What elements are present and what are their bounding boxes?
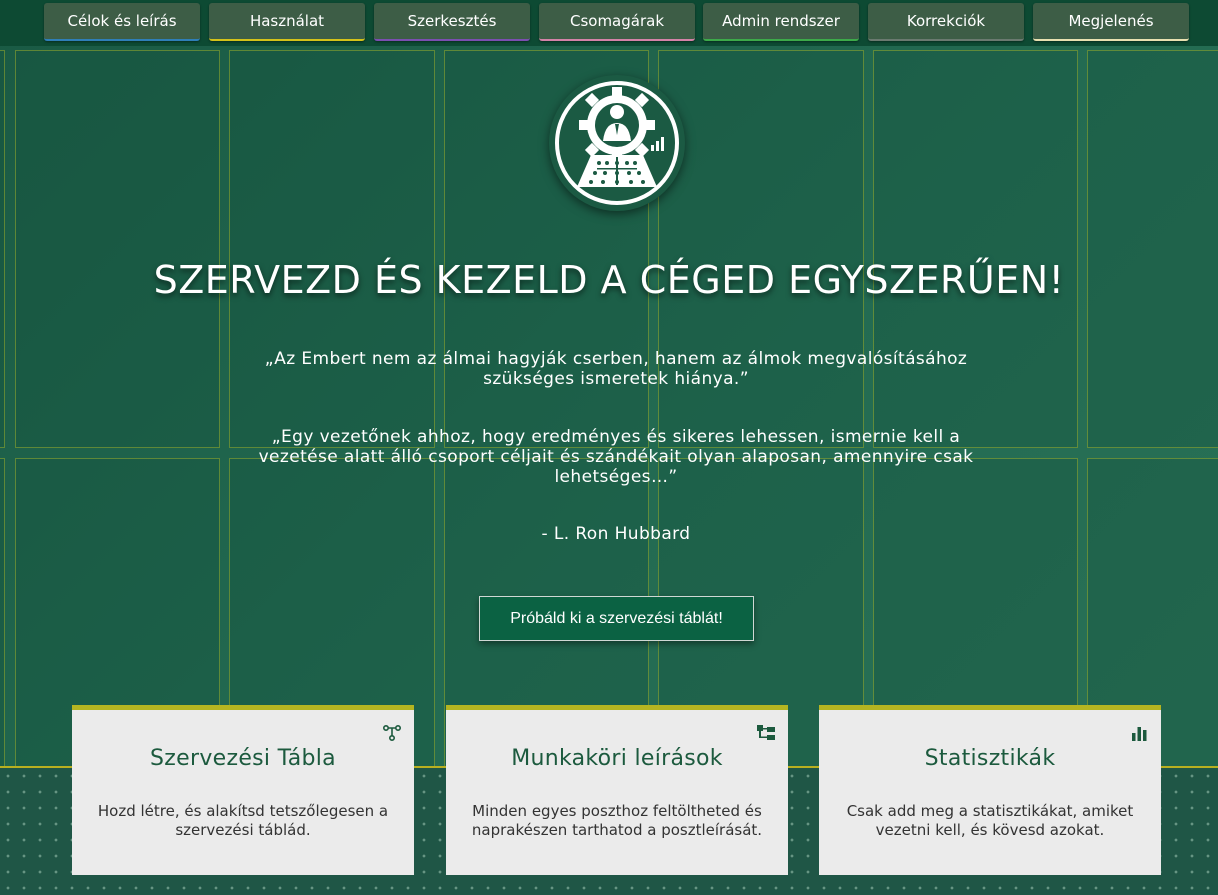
nav-item-csomagarak[interactable]: Csomagárak xyxy=(539,3,695,41)
nav-item-label: Használat xyxy=(249,12,325,30)
quote-author: - L. Ron Hubbard xyxy=(541,524,691,544)
org-chart-icon xyxy=(382,724,402,742)
nav-item-admin[interactable]: Admin rendszer xyxy=(703,3,859,41)
nav-item-label: Célok és leírás xyxy=(67,12,177,30)
nav-item-label: Megjelenés xyxy=(1068,12,1154,30)
nav-item-label: Korrekciók xyxy=(906,12,986,30)
bg-cell xyxy=(1087,50,1218,448)
bg-cell xyxy=(0,50,5,448)
card-title: Szervezési Tábla xyxy=(150,746,336,771)
nav-item-label: Szerkesztés xyxy=(407,12,497,30)
feature-card-job-descriptions[interactable]: Munkaköri leírások Minden egyes poszthoz… xyxy=(446,705,788,875)
nav-item-korrekciok[interactable]: Korrekciók xyxy=(868,3,1024,41)
bar-chart-icon xyxy=(1132,727,1147,741)
nav-item-hasznalat[interactable]: Használat xyxy=(209,3,365,41)
top-navigation: Célok és leírás Használat Szerkesztés Cs… xyxy=(0,0,1218,46)
nav-item-szerkesztes[interactable]: Szerkesztés xyxy=(374,3,530,41)
card-description: Minden egyes poszthoz feltöltheted és na… xyxy=(471,802,763,839)
card-title: Statisztikák xyxy=(924,746,1056,771)
quote-first: „Az Embert nem az álmai hagyják cserben,… xyxy=(264,349,968,389)
feature-card-statistics[interactable]: Statisztikák Csak add meg a statisztikák… xyxy=(819,705,1161,875)
nav-item-celok[interactable]: Célok és leírás xyxy=(44,3,200,41)
org-management-logo-icon xyxy=(549,75,685,211)
card-title: Munkaköri leírások xyxy=(511,746,723,771)
card-description: Hozd létre, és alakítsd tetszőlegesen a … xyxy=(97,802,389,839)
nav-item-label: Admin rendszer xyxy=(722,12,840,30)
nav-item-megjelenes[interactable]: Megjelenés xyxy=(1033,3,1189,41)
quote-second: „Egy vezetőnek ahhoz, hogy eredményes és… xyxy=(258,427,974,487)
try-org-board-button[interactable]: Próbáld ki a szervezési táblát! xyxy=(479,596,754,641)
bg-cell xyxy=(0,458,5,768)
nav-item-label: Csomagárak xyxy=(569,12,665,30)
feature-card-org-board[interactable]: Szervezési Tábla Hozd létre, és alakítsd… xyxy=(72,705,414,875)
bg-cell xyxy=(15,50,220,448)
card-description: Csak add meg a statisztikákat, amiket ve… xyxy=(846,802,1134,839)
sitemap-icon xyxy=(757,725,775,740)
page-headline: SZERVEZD ÉS KEZELD A CÉGED EGYSZERŰEN! xyxy=(153,258,1065,302)
